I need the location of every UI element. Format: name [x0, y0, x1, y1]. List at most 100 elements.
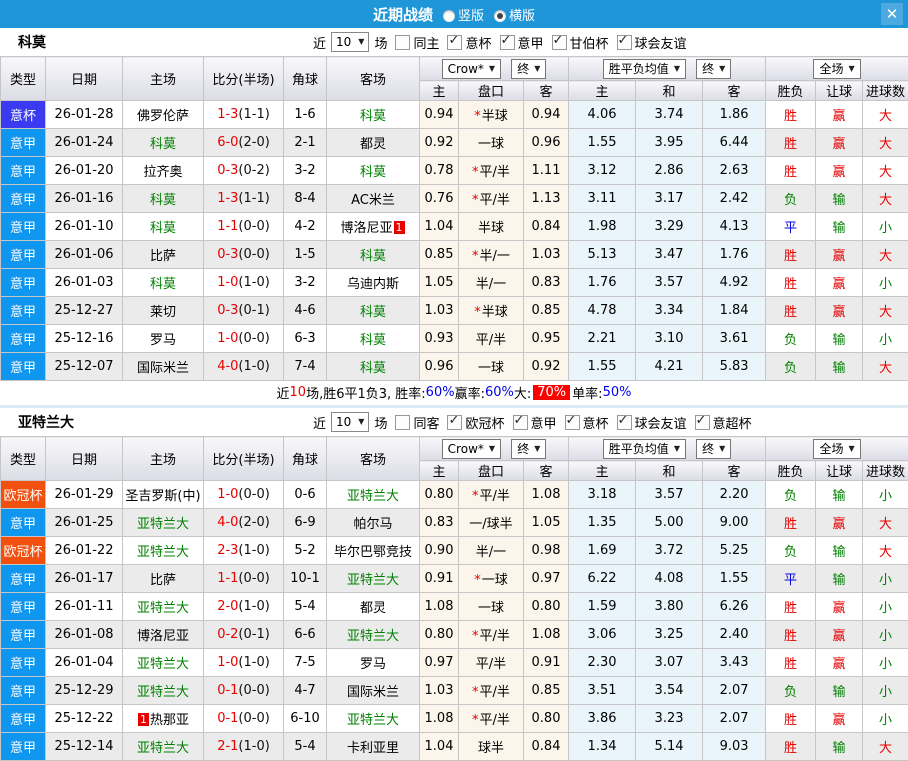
league-type-badge: 意甲: [1, 157, 46, 185]
match-row: 意甲26-01-24科莫6-0(2-0)2-1都灵0.92一球0.961.553…: [1, 129, 908, 157]
away-team: 罗马: [327, 649, 420, 677]
scope-select[interactable]: 全场▼: [813, 59, 860, 79]
corner-score: 1-5: [284, 241, 327, 269]
euro-home-odds: 4.06: [569, 101, 636, 129]
home-team: 国际米兰: [123, 353, 204, 381]
match-date: 26-01-28: [46, 101, 123, 129]
result-goals: 小: [863, 649, 908, 677]
same-venue-checkbox[interactable]: [395, 415, 410, 430]
euro-away-odds: 2.63: [703, 157, 766, 185]
euro-away-odds: 9.00: [703, 509, 766, 537]
summary-segment: 60%: [485, 385, 514, 400]
league-filter-checkbox[interactable]: ✓: [447, 35, 462, 50]
match-date: 25-12-27: [46, 297, 123, 325]
col-odds-away: 客: [524, 81, 569, 101]
layout-radio[interactable]: [443, 10, 455, 22]
asterisk-mark: *: [472, 685, 479, 700]
euro-away-odds: 2.40: [703, 621, 766, 649]
away-team-name: 毕尔巴鄂竞技: [334, 545, 412, 560]
corner-score: 5-2: [284, 537, 327, 565]
euro-away-odds: 5.25: [703, 537, 766, 565]
league-filter-checkbox[interactable]: ✓: [447, 415, 462, 430]
euro-home-odds: 1.35: [569, 509, 636, 537]
home-team-name: 莱切: [150, 305, 176, 320]
corner-score: 6-9: [284, 509, 327, 537]
summary-segment: 场,胜6平1负3, 胜率:: [306, 383, 426, 402]
crown-away-odds: 1.11: [524, 157, 569, 185]
asterisk-mark: *: [472, 165, 479, 180]
away-team: 亚特兰大: [327, 565, 420, 593]
filter-bar: 近10▼场同客✓欧冠杯✓意甲✓意杯✓球会友谊✓意超杯: [312, 412, 753, 432]
matches-label: 场: [374, 33, 387, 52]
away-team: 卡利亚里: [327, 733, 420, 761]
odds-stage-select[interactable]: 终▼: [511, 439, 546, 459]
euro-draw-odds: 2.86: [636, 157, 703, 185]
euro-odds-select[interactable]: 胜平负均值▼: [603, 439, 686, 459]
close-icon[interactable]: ✕: [881, 3, 903, 25]
halftime-score: (2-0): [238, 135, 269, 150]
away-team: 都灵: [327, 593, 420, 621]
crown-home-odds: 1.08: [420, 593, 459, 621]
match-date: 25-12-29: [46, 677, 123, 705]
match-date: 25-12-14: [46, 733, 123, 761]
euro-stage-select[interactable]: 终▼: [696, 439, 731, 459]
asterisk-mark: *: [474, 573, 481, 588]
check-icon: ✓: [618, 413, 629, 428]
crown-odds-group: Crow*▼ 终▼: [420, 57, 569, 81]
league-filter-checkbox[interactable]: ✓: [513, 415, 528, 430]
bookmaker-select[interactable]: Crow*▼: [442, 59, 501, 79]
score: 1-0(0-0): [204, 325, 284, 353]
crown-away-odds: 0.80: [524, 593, 569, 621]
match-row: 意甲25-12-221热那亚0-1(0-0)6-10亚特兰大1.08*平/半0.…: [1, 705, 908, 733]
euro-stage-select[interactable]: 终▼: [696, 59, 731, 79]
match-count-select[interactable]: 10▼: [331, 32, 369, 52]
fulltime-score: 2-1: [217, 739, 238, 754]
fulltime-score: 1-0: [217, 487, 238, 502]
match-count-value: 10: [336, 413, 351, 431]
col-result-goals: 进球数: [863, 81, 908, 101]
layout-radio[interactable]: [494, 10, 506, 22]
halftime-score: (1-0): [238, 655, 269, 670]
home-team: 比萨: [123, 565, 204, 593]
league-filter-checkbox[interactable]: ✓: [565, 415, 580, 430]
league-filter-checkbox[interactable]: ✓: [500, 35, 515, 50]
crown-handicap: *半球: [459, 101, 524, 129]
euro-odds-select[interactable]: 胜平负均值▼: [603, 59, 686, 79]
bookmaker-select[interactable]: Crow*▼: [442, 439, 501, 459]
same-venue-checkbox[interactable]: [395, 35, 410, 50]
league-type-badge: 意甲: [1, 621, 46, 649]
home-team: 罗马: [123, 325, 204, 353]
result-handicap: 赢: [816, 157, 863, 185]
check-icon: ✓: [553, 33, 564, 48]
result-goals: 小: [863, 269, 908, 297]
match-count-select[interactable]: 10▼: [331, 412, 369, 432]
crown-away-odds: 1.13: [524, 185, 569, 213]
euro-odds-group: 胜平负均值▼ 终▼: [569, 437, 766, 461]
dropdown-arrow-icon: ▼: [534, 440, 540, 458]
summary-segment: 单率:: [572, 383, 602, 402]
same-venue-label: 同客: [413, 413, 439, 432]
league-filter-label: 球会友谊: [635, 33, 687, 52]
asterisk-mark: *: [472, 249, 479, 264]
league-filter-checkbox[interactable]: ✓: [617, 415, 632, 430]
league-filter-checkbox[interactable]: ✓: [617, 35, 632, 50]
league-filter-checkbox[interactable]: ✓: [552, 35, 567, 50]
crown-handicap: *平/半: [459, 157, 524, 185]
away-team: 博洛尼亚1: [327, 213, 420, 241]
halftime-score: (1-1): [238, 191, 269, 206]
halftime-score: (0-0): [238, 711, 269, 726]
league-filter-checkbox[interactable]: ✓: [695, 415, 710, 430]
league-type-badge: 意甲: [1, 129, 46, 157]
odds-stage-select[interactable]: 终▼: [511, 59, 546, 79]
crown-home-odds: 0.80: [420, 481, 459, 509]
match-row: 意甲26-01-20拉齐奥0-3(0-2)3-2科莫0.78*平/半1.113.…: [1, 157, 908, 185]
away-team-name: 科莫: [360, 361, 386, 376]
result-winloss: 胜: [766, 593, 816, 621]
away-team: AC米兰: [327, 185, 420, 213]
scope-select[interactable]: 全场▼: [813, 439, 860, 459]
result-goals: 大: [863, 101, 908, 129]
col-odds-home: 主: [420, 81, 459, 101]
away-team-name: 亚特兰大: [347, 573, 399, 588]
fulltime-score: 0-2: [217, 627, 238, 642]
fulltime-score: 1-1: [217, 219, 238, 234]
